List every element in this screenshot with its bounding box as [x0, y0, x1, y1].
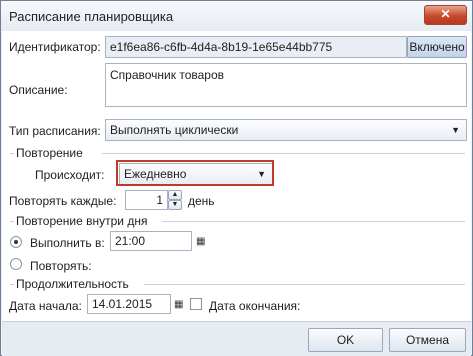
close-icon: ✕	[440, 7, 451, 21]
ok-button[interactable]: OK	[308, 328, 383, 352]
intraday-section-title: Повторение внутри дня	[16, 214, 152, 228]
start-date-label: Дата начала:	[9, 299, 82, 313]
schedule-type-value: Выполнять циклически	[110, 123, 239, 137]
time-picker-icon[interactable]: ▦	[196, 236, 205, 247]
section-divider	[102, 153, 465, 154]
repeat-section-header: Повторение	[10, 146, 465, 160]
chevron-down-icon: ▼	[451, 125, 460, 135]
duration-section-header: Продолжительность	[10, 277, 465, 291]
run-at-label: Выполнить в:	[30, 236, 105, 250]
schedule-type-select[interactable]: Выполнять циклически ▼	[105, 119, 467, 141]
spin-down-button[interactable]: ▼	[168, 200, 182, 210]
run-at-radio[interactable]	[10, 236, 22, 248]
close-button[interactable]: ✕	[424, 5, 467, 25]
section-divider	[10, 221, 14, 222]
window-title: Расписание планировщика	[9, 9, 174, 24]
end-date-label: Дата окончания:	[209, 299, 301, 313]
title-bar[interactable]: Расписание планировщика ✕	[1, 1, 472, 31]
start-date-input[interactable]: 14.01.2015	[87, 294, 171, 314]
section-divider	[10, 284, 14, 285]
description-label: Описание:	[9, 83, 68, 97]
spin-up-button[interactable]: ▲	[168, 190, 182, 200]
end-date-checkbox[interactable]	[190, 298, 202, 310]
repeat-radio[interactable]	[10, 258, 22, 270]
duration-section-title: Продолжительность	[16, 277, 133, 291]
start-date-value: 14.01.2015	[92, 297, 153, 311]
run-at-time-input[interactable]: 21:00	[110, 231, 192, 251]
run-at-time-value: 21:00	[115, 234, 146, 248]
section-divider	[162, 221, 465, 222]
section-divider	[10, 153, 14, 154]
repeat-every-label: Повторять каждые:	[9, 194, 117, 208]
repeat-every-unit: день	[188, 194, 215, 208]
cancel-button[interactable]: Отмена	[389, 328, 466, 352]
section-divider	[144, 284, 465, 285]
repeat-section-title: Повторение	[16, 146, 87, 160]
scheduler-dialog: Расписание планировщика ✕ Идентификатор:…	[0, 0, 473, 356]
calendar-icon[interactable]: ▦	[174, 299, 183, 310]
identifier-label: Идентификатор:	[9, 40, 101, 54]
chevron-up-icon: ▲	[171, 191, 179, 198]
occurs-label: Происходит:	[35, 168, 105, 182]
repeat-interval-label: Повторять:	[30, 259, 92, 273]
identifier-field[interactable]: e1f6ea86-c6fb-4d4a-8b19-1e65e44bb775	[105, 36, 407, 58]
enabled-toggle-button[interactable]: Включено	[407, 36, 467, 58]
description-textarea[interactable]: Справочник товаров	[105, 63, 467, 107]
highlight-frame	[116, 160, 274, 186]
repeat-every-input[interactable]: 1	[125, 190, 168, 210]
chevron-down-icon: ▼	[171, 201, 179, 208]
schedule-type-label: Тип расписания:	[9, 124, 101, 138]
dialog-footer: OK Отмена	[2, 321, 471, 356]
intraday-section-header: Повторение внутри дня	[10, 214, 465, 228]
